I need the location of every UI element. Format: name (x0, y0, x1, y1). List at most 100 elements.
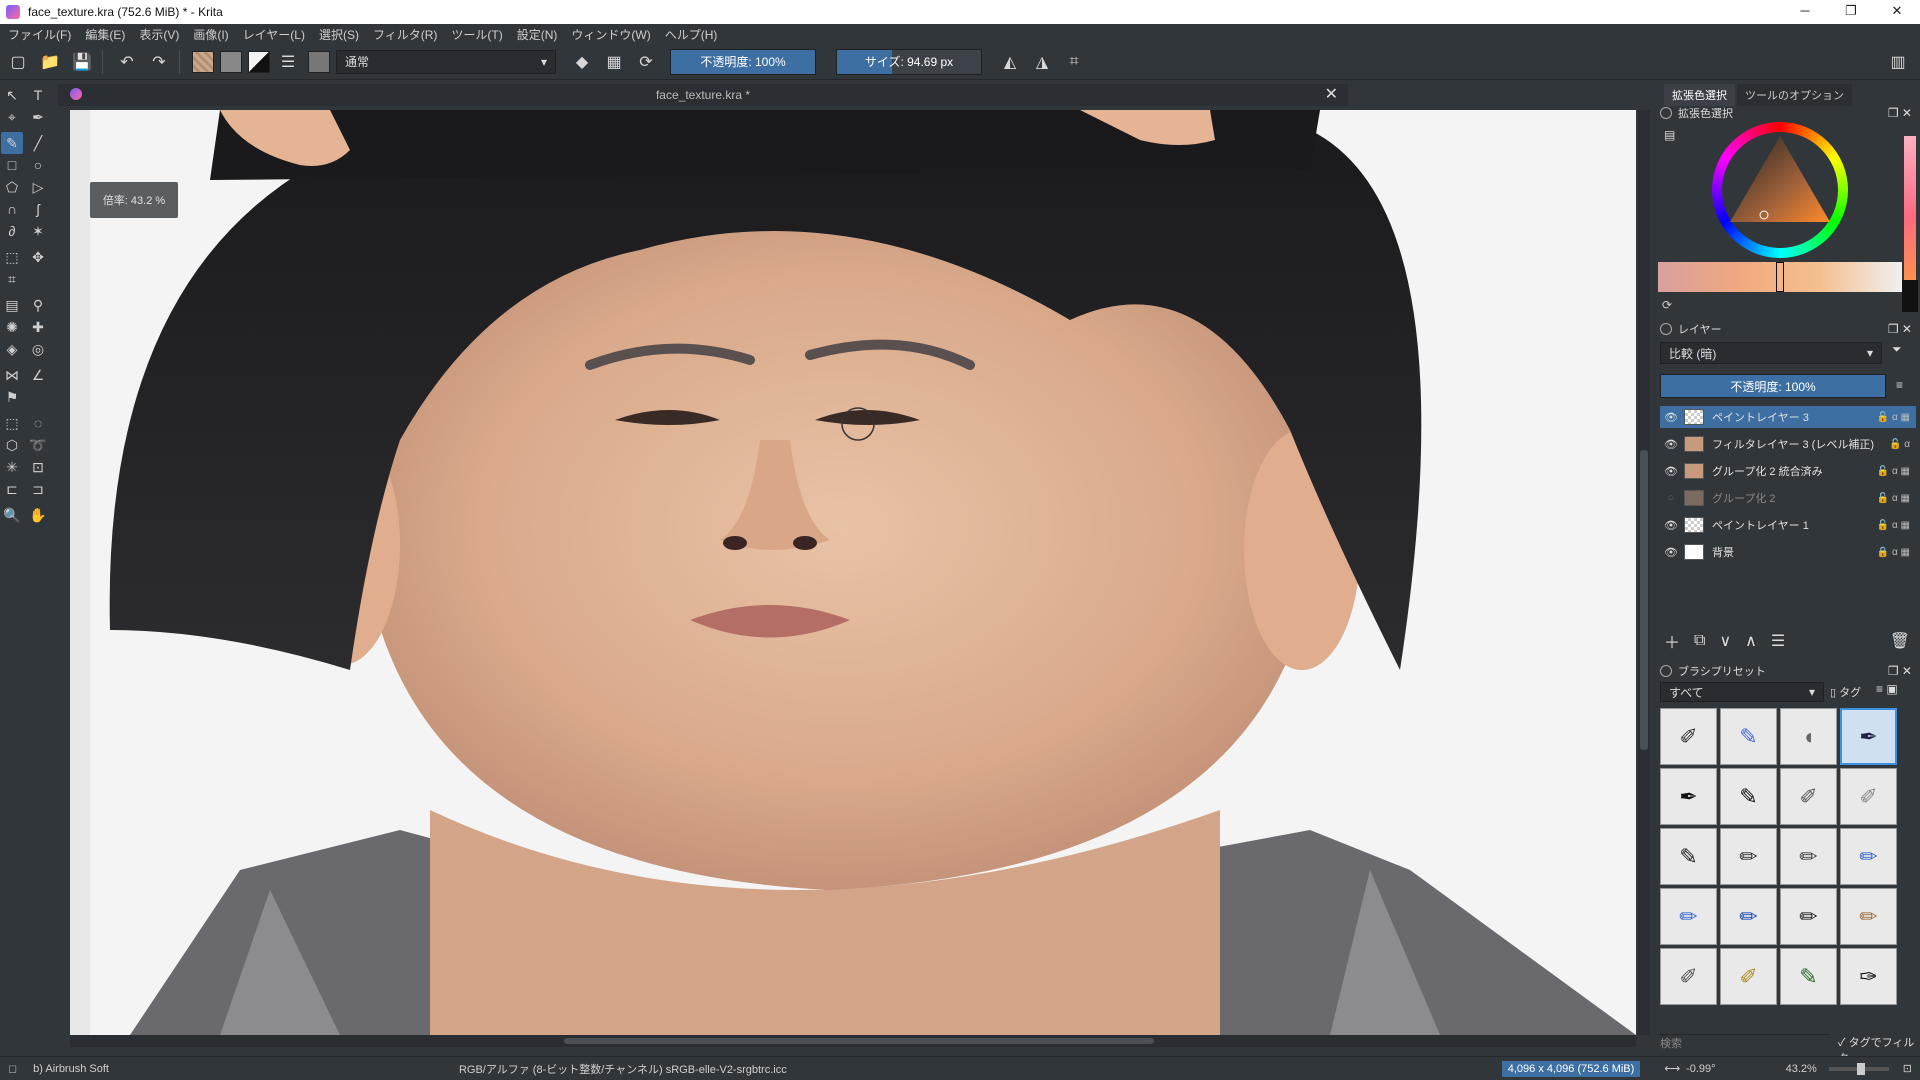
pan-tool-icon[interactable]: ✋ (27, 504, 49, 526)
freehand-path-tool-icon[interactable]: ʃ (27, 198, 49, 220)
zoom-tool-icon[interactable]: 🔍 (1, 504, 23, 526)
menu-edit[interactable]: 編集(E) (85, 26, 125, 43)
menu-filter[interactable]: フィルタ(R) (373, 26, 437, 43)
wrap-around-icon[interactable]: ⌗ (1060, 48, 1088, 76)
polygon-tool-icon[interactable]: ⬠ (1, 176, 23, 198)
move-up-icon[interactable]: ∧ (1745, 631, 1757, 651)
eye-icon[interactable]: 👁 (1664, 465, 1678, 478)
brush-tag-select[interactable]: すべて ▾ (1660, 682, 1824, 702)
brush-preset[interactable]: ◖ (1780, 708, 1837, 765)
zoom-slider[interactable] (1828, 1062, 1889, 1075)
colorize-mask-tool-icon[interactable]: ✺ (1, 316, 23, 338)
eye-icon[interactable]: 👁 (1664, 438, 1678, 451)
layer-lock-alpha-icons[interactable]: 🔓 α ▦ (1877, 412, 1910, 423)
bezier-selection-tool-icon[interactable]: ⊏ (1, 478, 23, 500)
layer-properties-icon[interactable]: ☰ (1771, 631, 1785, 651)
brush-search-input[interactable]: 検索 (1660, 1034, 1830, 1052)
menu-layer[interactable]: レイヤー(L) (243, 26, 305, 43)
reference-images-tool-icon[interactable]: ⚑ (1, 386, 23, 408)
vertical-scrollbar[interactable] (1638, 110, 1650, 1035)
eye-icon[interactable]: 👁 (1664, 546, 1678, 559)
fg-color-swatch[interactable] (1902, 280, 1918, 312)
preserve-alpha-icon[interactable]: ▦ (600, 48, 628, 76)
select-shapes-tool-icon[interactable]: ↖ (1, 84, 23, 106)
brush-preset[interactable]: ✏ (1840, 828, 1897, 885)
brush-preset-selected[interactable]: ✒ (1840, 708, 1897, 765)
edit-shapes-tool-icon[interactable]: ⌖ (1, 106, 23, 128)
rectangle-tool-icon[interactable]: □ (1, 154, 23, 176)
delete-layer-icon[interactable]: 🗑 (1890, 631, 1910, 651)
workspace-chooser-icon[interactable]: ▥ (1884, 48, 1912, 76)
maximize-button[interactable]: ❐ (1828, 0, 1874, 24)
panel-float-close-icon[interactable]: ❐ ✕ (1888, 322, 1912, 336)
vertical-scroll-thumb[interactable] (1640, 450, 1648, 750)
rectangular-selection-tool-icon[interactable]: ⬚ (1, 412, 23, 434)
pattern-preset-button[interactable] (220, 50, 242, 73)
menu-help[interactable]: ヘルプ(H) (665, 26, 718, 43)
assistant-tool-icon[interactable]: ⋈ (1, 364, 23, 386)
mirror-horizontal-icon[interactable]: ◭ (996, 48, 1024, 76)
text-tool-icon[interactable]: T (27, 84, 49, 106)
move-down-icon[interactable]: ∨ (1719, 631, 1731, 651)
brush-preset-button[interactable] (308, 50, 330, 73)
color-picker-tool-icon[interactable]: ⚲ (27, 294, 49, 316)
blend-mode-select[interactable]: 通常 ▾ (336, 49, 556, 74)
zoom-slider-handle[interactable] (1856, 1062, 1865, 1075)
layer-blend-mode-select[interactable]: 比較 (暗) ▾ (1660, 342, 1882, 364)
menu-window[interactable]: ウィンドウ(W) (571, 26, 650, 43)
brush-view-options-icon[interactable]: ≡ ▣ (1876, 682, 1898, 696)
layer-row[interactable]: ○ グループ化 2 🔓 α ▦ (1660, 487, 1916, 509)
open-folder-icon[interactable]: 📁 (36, 48, 64, 76)
menu-settings[interactable]: 設定(N) (517, 26, 558, 43)
layer-row[interactable]: 👁 ペイントレイヤー 3 🔓 α ▦ (1660, 406, 1916, 428)
layer-row[interactable]: 👁 背景 🔒 α ▦ (1660, 541, 1916, 563)
menu-file[interactable]: ファイル(F) (8, 26, 71, 43)
tag-button[interactable]: ▯ タグ (1830, 684, 1861, 700)
layer-filter-icon[interactable]: ⏷ (1892, 342, 1902, 357)
tab-tool-options[interactable]: ツールのオプション (1737, 84, 1852, 106)
crop-tool-icon[interactable]: ⌗ (1, 268, 23, 290)
color-wheel[interactable] (1712, 122, 1848, 258)
minimize-button[interactable]: ─ (1782, 0, 1828, 24)
ellipse-tool-icon[interactable]: ○ (27, 154, 49, 176)
panel-float-close-icon[interactable]: ❐ ✕ (1888, 664, 1912, 678)
menu-view[interactable]: 表示(V) (139, 26, 179, 43)
menu-image[interactable]: 画像(I) (193, 26, 228, 43)
new-document-icon[interactable]: ▢ (4, 48, 32, 76)
brush-preset[interactable]: ✑ (1840, 948, 1897, 1005)
brush-preset[interactable]: ✏ (1780, 828, 1837, 885)
eye-icon[interactable]: 👁 (1664, 519, 1678, 532)
brush-preset[interactable]: ✏ (1720, 888, 1777, 945)
brush-preset[interactable]: ✎ (1720, 708, 1777, 765)
elliptical-selection-tool-icon[interactable]: ◌ (27, 412, 49, 434)
rotation-icon[interactable]: ⟷ (1664, 1062, 1680, 1075)
brush-preset[interactable]: ✏ (1720, 828, 1777, 885)
color-triangle[interactable] (1712, 122, 1848, 258)
transform-tool-icon[interactable]: ⬚ (1, 246, 23, 268)
duplicate-layer-icon[interactable]: ⧉ (1694, 632, 1705, 650)
pin-icon[interactable] (1660, 323, 1672, 335)
opacity-slider[interactable]: 不透明度: 100% (670, 48, 816, 75)
color-history-strip[interactable] (1658, 262, 1902, 292)
document-tab[interactable]: face_texture.kra * ✕ (58, 84, 1348, 106)
polyline-tool-icon[interactable]: ▷ (27, 176, 49, 198)
gradient-tool-icon[interactable]: ▤ (1, 294, 23, 316)
reload-preset-icon[interactable]: ⟳ (632, 48, 660, 76)
enclose-fill-tool-icon[interactable]: ◎ (27, 338, 49, 360)
hue-slider[interactable] (1904, 136, 1916, 296)
menu-tools[interactable]: ツール(T) (451, 26, 502, 43)
brush-preset[interactable]: ✐ (1660, 708, 1717, 765)
brush-preset[interactable]: ✒ (1660, 768, 1717, 825)
brush-preset[interactable]: ✐ (1840, 768, 1897, 825)
eye-hidden-icon[interactable]: ○ (1664, 492, 1678, 504)
bezier-tool-icon[interactable]: ∩ (1, 198, 23, 220)
refresh-icon[interactable]: ⟳ (1662, 298, 1672, 312)
brush-settings-icon[interactable]: ☰ (274, 48, 302, 76)
pin-icon[interactable] (1660, 665, 1672, 677)
brush-preset[interactable]: ✐ (1720, 948, 1777, 1005)
contiguous-selection-tool-icon[interactable]: ✳ (1, 456, 23, 478)
eye-icon[interactable]: 👁 (1664, 411, 1678, 424)
redo-icon[interactable]: ↷ (145, 48, 173, 76)
panel-float-close-icon[interactable]: ❐ ✕ (1888, 106, 1912, 120)
layer-row[interactable]: 👁 グループ化 2 統合済み 🔓 α ▦ (1660, 460, 1916, 482)
